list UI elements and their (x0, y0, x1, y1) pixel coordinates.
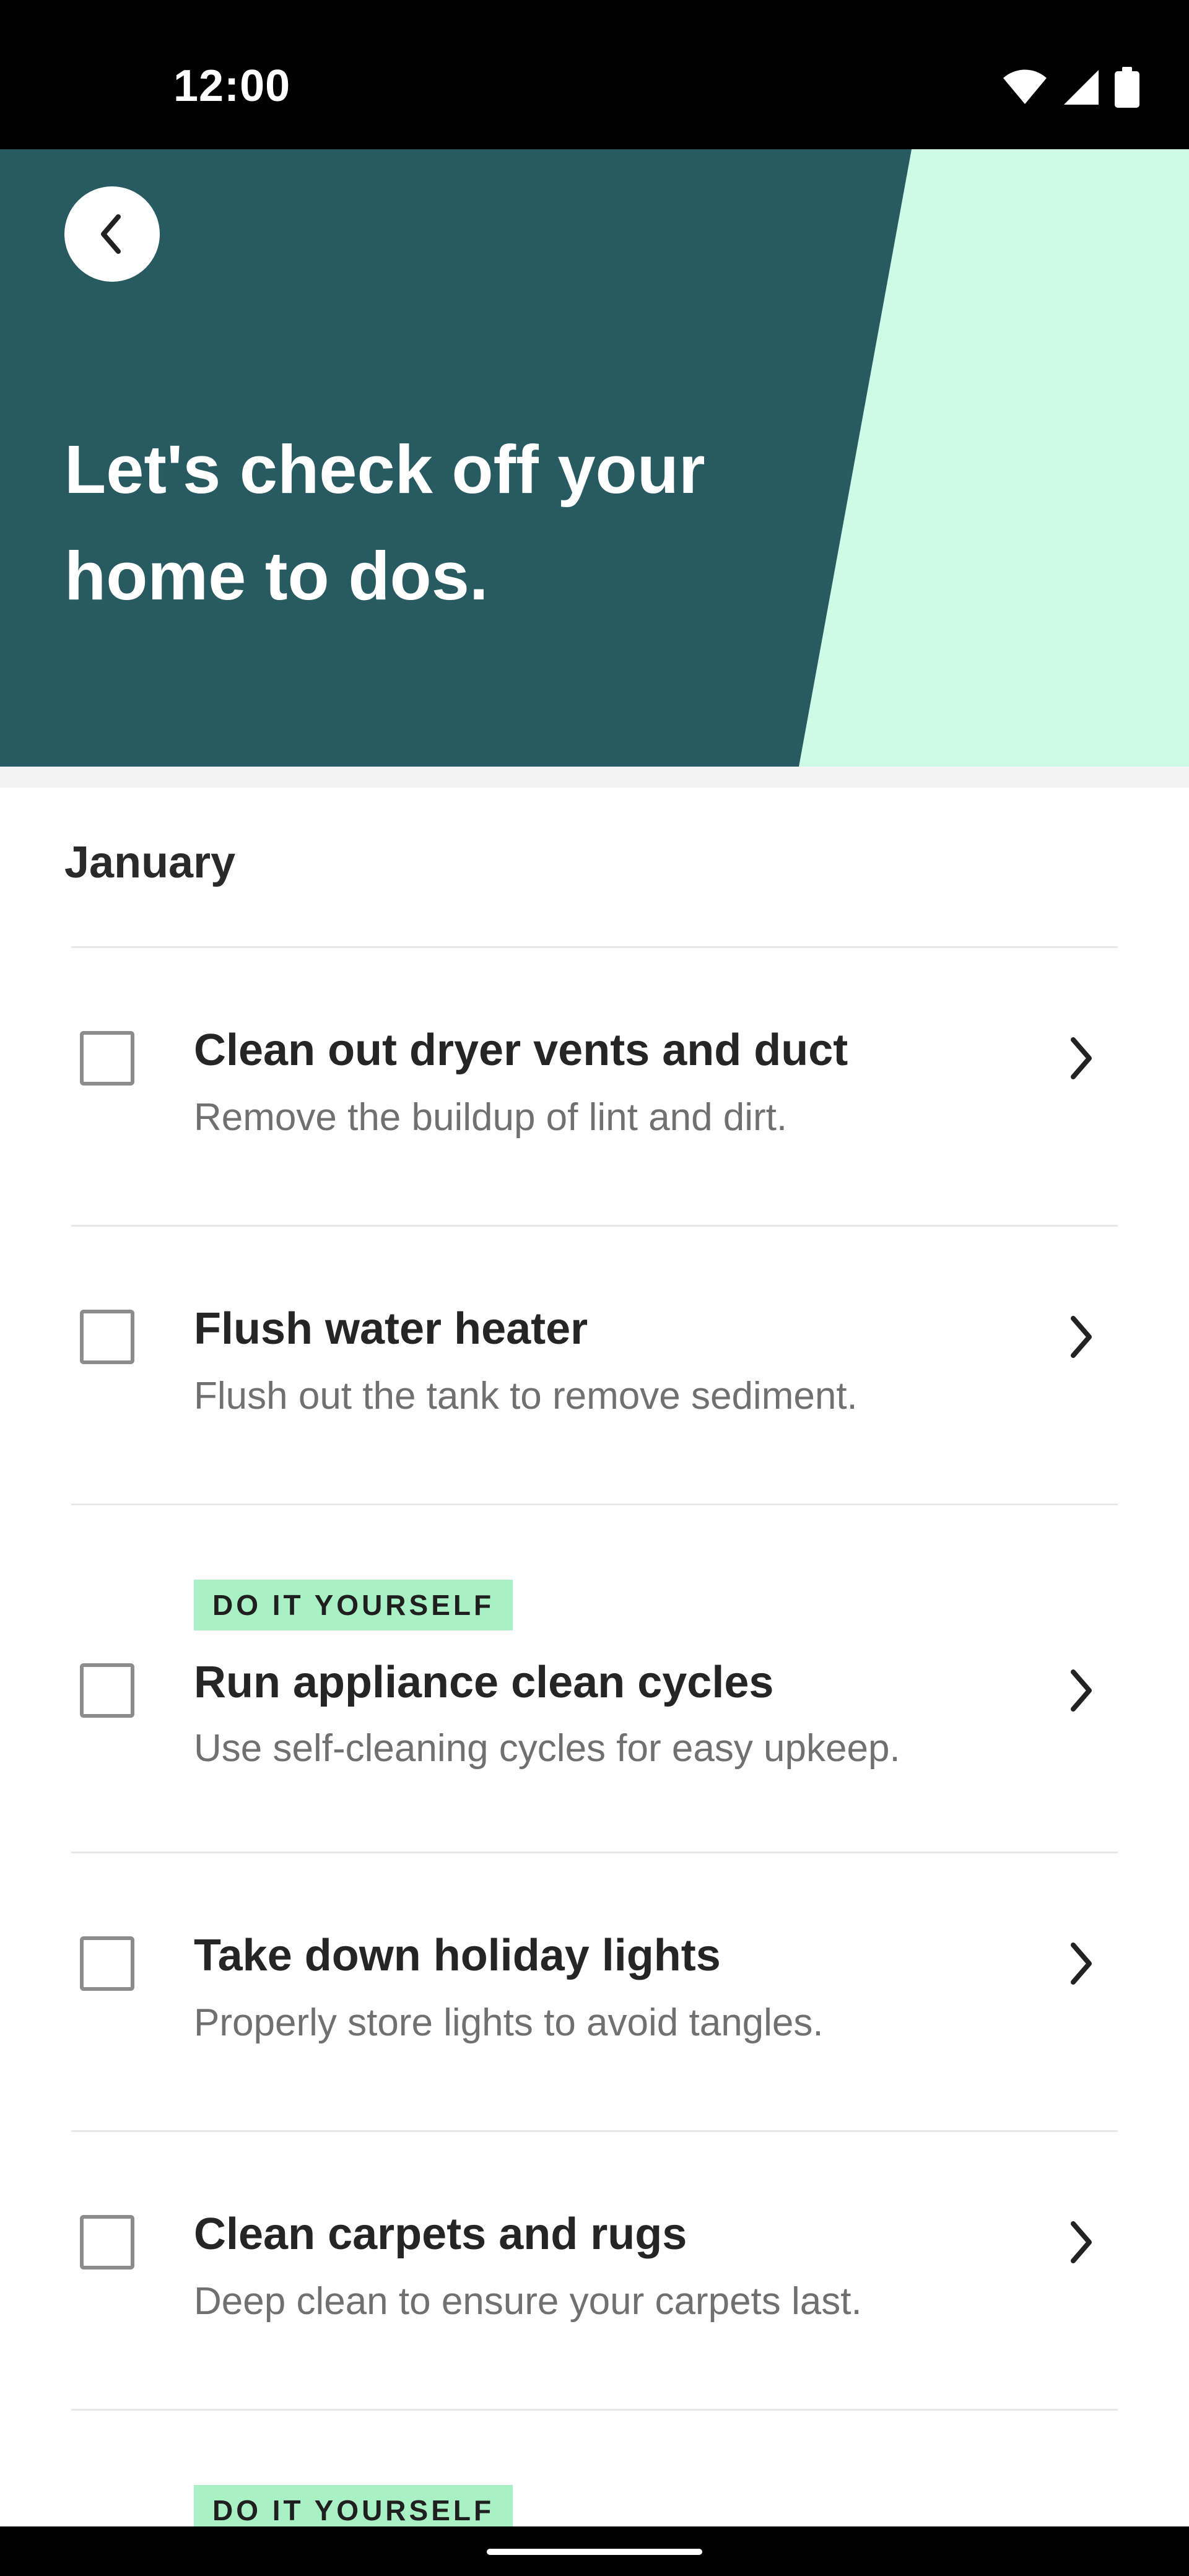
system-nav-bar (0, 2526, 1189, 2576)
task-item-clean-dryer-vents[interactable]: Clean out dryer vents and duct Remove th… (71, 948, 1118, 1225)
task-description: Deep clean to ensure your carpets last. (194, 2280, 862, 2323)
task-title: Take down holiday lights (194, 1931, 721, 1980)
status-bar: 12:00 (0, 0, 1189, 149)
task-description: Flush out the tank to remove sediment. (194, 1375, 858, 1417)
home-gesture-handle[interactable] (487, 2549, 702, 2555)
task-checkbox[interactable] (80, 1310, 134, 1364)
signal-icon (1064, 70, 1099, 105)
task-description: Remove the buildup of lint and dirt. (194, 1096, 788, 1139)
chevron-right-icon (1071, 1669, 1092, 1712)
wifi-icon (1003, 69, 1047, 104)
task-title: Clean out dryer vents and duct (194, 1025, 848, 1075)
month-heading: January (64, 838, 236, 887)
chevron-right-icon (1071, 1316, 1092, 1358)
task-item-appliance-clean-cycles[interactable]: DO IT YOURSELF Run appliance clean cycle… (71, 1505, 1118, 1852)
back-button[interactable] (64, 186, 160, 282)
battery-icon (1115, 67, 1139, 108)
task-title: Run appliance clean cycles (194, 1658, 774, 1707)
task-description: Properly store lights to avoid tangles. (194, 2001, 824, 2044)
chevron-right-icon (1071, 1037, 1092, 1079)
status-time: 12:00 (173, 61, 291, 111)
task-checkbox[interactable] (80, 1663, 134, 1718)
task-checkbox[interactable] (80, 1031, 134, 1086)
task-item-flush-water-heater[interactable]: Flush water heater Flush out the tank to… (71, 1227, 1118, 1503)
task-checkbox[interactable] (80, 1936, 134, 1991)
task-title: Clean carpets and rugs (194, 2209, 687, 2259)
chevron-left-icon (101, 214, 121, 254)
task-description: Use self-cleaning cycles for easy upkeep… (194, 1727, 900, 1770)
hero-header: Let's check off your home to dos. (0, 149, 1189, 767)
task-list: Clean out dryer vents and duct Remove th… (71, 946, 1118, 2536)
task-item-holiday-lights[interactable]: Take down holiday lights Properly store … (71, 1853, 1118, 2130)
chevron-right-icon (1071, 2221, 1092, 2263)
task-checkbox[interactable] (80, 2215, 134, 2269)
chevron-right-icon (1071, 1943, 1092, 1985)
status-icons (1002, 67, 1139, 108)
task-item-clean-carpets[interactable]: Clean carpets and rugs Deep clean to ens… (71, 2132, 1118, 2409)
diy-badge: DO IT YOURSELF (194, 1580, 513, 1630)
section-separator (0, 767, 1189, 788)
page-title: Let's check off your home to dos. (64, 432, 705, 614)
task-title: Flush water heater (194, 1304, 588, 1354)
task-item-partial[interactable]: DO IT YOURSELF (71, 2411, 1118, 2536)
